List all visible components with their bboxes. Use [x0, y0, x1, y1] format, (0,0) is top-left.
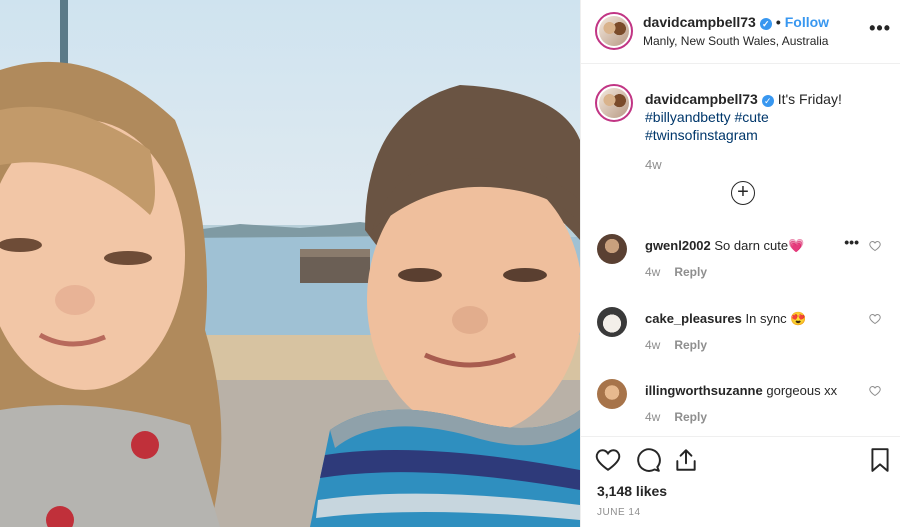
commenter-username[interactable]: illingworthsuzanne — [645, 383, 763, 398]
comment-timestamp: 4w — [645, 265, 661, 279]
comment-text: gorgeous xx — [766, 383, 838, 398]
likes-count[interactable]: 3,148 likes — [597, 483, 667, 499]
commenter-avatar[interactable] — [597, 379, 627, 409]
share-icon[interactable] — [673, 447, 699, 473]
commenter-avatar[interactable] — [597, 234, 627, 264]
heart-icon[interactable] — [595, 447, 621, 473]
commenter-avatar[interactable] — [597, 307, 627, 337]
post-location[interactable]: Manly, New South Wales, Australia — [643, 34, 828, 48]
post-date: JUNE 14 — [597, 507, 641, 518]
more-options-icon[interactable]: ••• — [869, 18, 891, 39]
post-header: davidcampbell73 ✓ • Follow Manly, New South… — [581, 0, 900, 64]
plus-circle-icon[interactable]: + — [731, 181, 755, 205]
comment-item: cake_pleasures In sync 😍 4w Reply — [581, 305, 900, 375]
commenter-username[interactable]: cake_pleasures — [645, 311, 742, 326]
comment-like-heart-icon[interactable] — [869, 385, 881, 397]
photo-illustration — [0, 0, 580, 527]
caption-avatar[interactable] — [595, 84, 633, 122]
comment-like-heart-icon[interactable] — [869, 240, 881, 252]
commenter-username[interactable]: gwenl2002 — [645, 238, 711, 253]
separator-dot: • — [775, 14, 781, 30]
post-side-panel: davidcampbell73 ✓ • Follow Manly, New South… — [580, 0, 900, 527]
caption-timestamp: 4w — [645, 157, 662, 172]
post-photo[interactable] — [0, 0, 580, 527]
comment-item: gwenl2002 So darn cute💗 4w Reply ••• — [581, 232, 900, 302]
author-avatar[interactable] — [595, 12, 633, 50]
comment-timestamp: 4w — [645, 410, 661, 424]
hashtag-twinsofinstagram[interactable]: #twinsofinstagram — [645, 127, 758, 143]
bookmark-icon[interactable] — [867, 447, 893, 473]
author-username[interactable]: davidcampbell73 — [643, 14, 756, 30]
comment-timestamp: 4w — [645, 338, 661, 352]
verified-badge-icon: ✓ — [759, 18, 772, 30]
follow-button[interactable]: Follow — [785, 14, 829, 30]
comment-like-heart-icon[interactable] — [869, 313, 881, 325]
comment-text: So darn cute💗 — [714, 238, 805, 253]
verified-badge-icon: ✓ — [761, 95, 774, 107]
comment-text: In sync 😍 — [745, 311, 807, 326]
caption-username[interactable]: davidcampbell73 — [645, 91, 758, 107]
reply-button[interactable]: Reply — [674, 410, 707, 424]
comment-icon[interactable] — [635, 447, 661, 473]
hashtag-cute[interactable]: #cute — [735, 109, 769, 125]
comment-more-icon[interactable]: ••• — [844, 234, 859, 250]
post-actions-bar: 3,148 likes JUNE 14 — [581, 436, 900, 527]
hashtag-billyandbetty[interactable]: #billyandbetty — [645, 109, 731, 125]
reply-button[interactable]: Reply — [674, 338, 707, 352]
reply-button[interactable]: Reply — [674, 265, 707, 279]
caption-text: It's Friday! — [777, 91, 842, 107]
